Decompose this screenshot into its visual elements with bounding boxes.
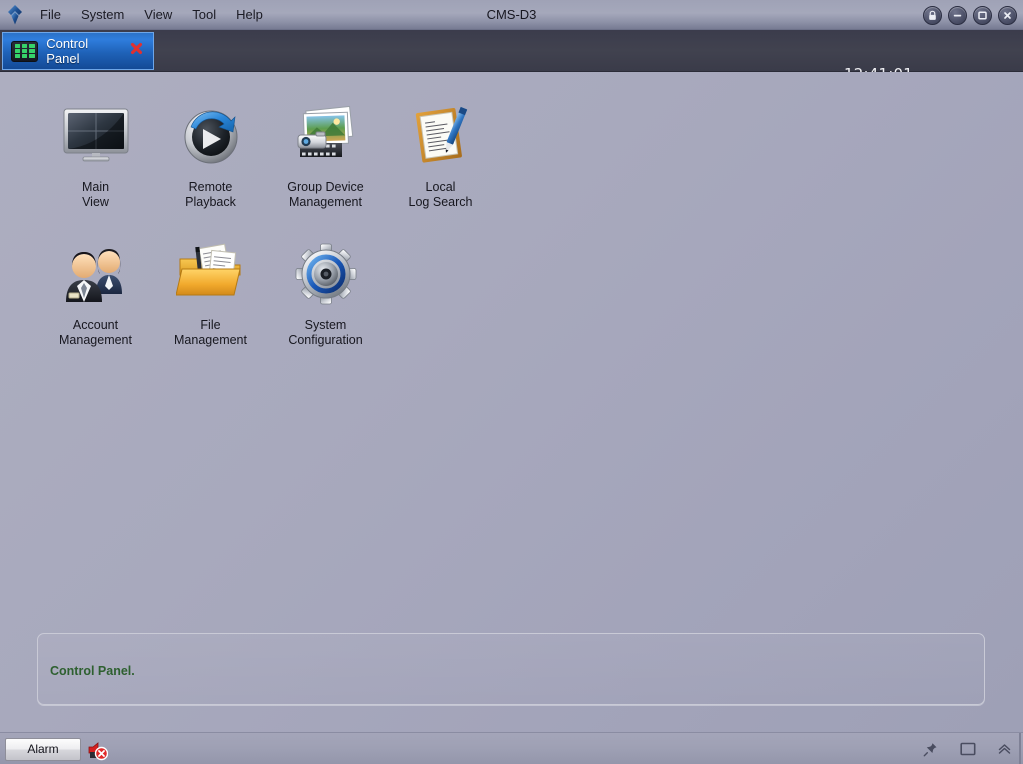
tab-close-button[interactable] <box>130 42 143 60</box>
close-button[interactable] <box>998 5 1017 25</box>
maximize-icon <box>978 10 987 20</box>
control-panel-item-label: Local Log Search <box>408 180 473 209</box>
control-panel-item-main-view[interactable]: Main View <box>38 94 153 210</box>
control-panel-item-local-log-search[interactable]: Local Log Search <box>383 94 498 210</box>
window-controls <box>923 0 1017 30</box>
tab-bar: Control Panel 12:41:01 2015-10-21 CPU <box>0 30 1023 94</box>
window-icon <box>959 742 976 756</box>
status-message: Control Panel. <box>50 664 135 678</box>
close-x-icon <box>130 42 143 55</box>
control-panel-item-remote-playback[interactable]: Remote Playback <box>153 94 268 210</box>
tab-control-panel[interactable]: Control Panel <box>2 32 154 70</box>
tab-label: Control Panel <box>46 36 89 66</box>
users-icon <box>60 238 132 310</box>
control-panel-item-label: Main View <box>81 180 110 209</box>
photos-camera-icon <box>290 100 362 172</box>
status-panel: Control Panel. <box>37 633 985 705</box>
menu-bar: File System View Tool Help CMS-D3 <box>0 0 1023 30</box>
minimize-icon <box>953 14 962 16</box>
diamond-logo-icon <box>8 4 22 24</box>
alarm-disconnected-icon[interactable] <box>86 739 109 761</box>
menu-items: File System View Tool Help <box>30 0 273 30</box>
close-icon <box>1004 11 1011 19</box>
clipboard-pen-icon <box>405 100 477 172</box>
control-panel-item-system-configuration[interactable]: System Configuration <box>268 232 383 348</box>
playback-icon <box>175 100 247 172</box>
menu-item-file[interactable]: File <box>30 0 71 30</box>
pushpin-icon <box>923 742 937 756</box>
folder-icon <box>175 238 247 310</box>
alarm-button[interactable]: Alarm <box>5 738 81 761</box>
control-panel-item-label: Account Management <box>59 318 132 347</box>
lock-button[interactable] <box>923 5 942 25</box>
gear-icon <box>290 238 362 310</box>
menu-item-help[interactable]: Help <box>226 0 273 30</box>
control-panel-item-group-device-management[interactable]: Group Device Management <box>268 94 383 210</box>
menu-item-system[interactable]: System <box>71 0 134 30</box>
control-panel-item-label: System Configuration <box>288 318 363 347</box>
control-panel-item-label: Remote Playback <box>185 180 236 209</box>
control-panel-item-label: Group Device Management <box>287 180 364 209</box>
control-panel-item-label: File Management <box>174 318 247 347</box>
icon-row: Main View Remote Playback Group Device M… <box>38 94 498 210</box>
application-window: File System View Tool Help CMS-D3 Contro… <box>0 0 1023 764</box>
menu-item-tool[interactable]: Tool <box>182 0 226 30</box>
control-panel-item-account-management[interactable]: Account Management <box>38 232 153 348</box>
control-panel-icon-grid: Main View Remote Playback Group Device M… <box>38 94 498 348</box>
taskbar-edge <box>1019 733 1021 764</box>
control-panel-item-file-management[interactable]: File Management <box>153 232 268 348</box>
pin-button[interactable] <box>922 741 939 758</box>
minimize-button[interactable] <box>948 5 967 25</box>
monitor-grid-icon <box>11 40 39 62</box>
chevron-up-icon <box>998 744 1011 754</box>
window-button[interactable] <box>959 741 976 758</box>
maximize-button[interactable] <box>973 5 992 25</box>
collapse-button[interactable] <box>996 741 1013 758</box>
taskbar: Alarm <box>0 732 1023 764</box>
icon-row: Account Management File Management Syste… <box>38 232 498 348</box>
taskbar-tray <box>922 733 1013 764</box>
control-panel-desktop: Main View Remote Playback Group Device M… <box>0 72 1023 732</box>
app-logo <box>0 0 30 30</box>
lock-icon <box>929 10 936 20</box>
menu-item-view[interactable]: View <box>134 0 182 30</box>
monitor-icon <box>60 100 132 172</box>
